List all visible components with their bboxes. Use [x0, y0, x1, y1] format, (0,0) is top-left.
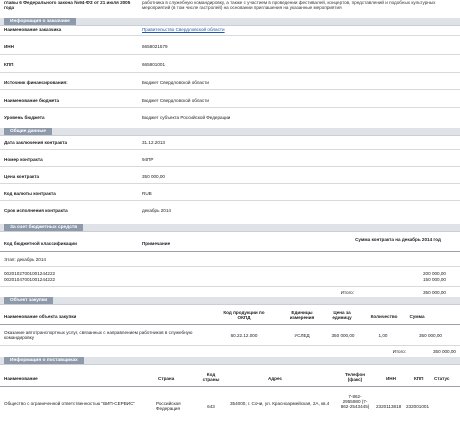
value-contract-date: 31.12.2013: [142, 140, 165, 145]
supplier-inn-cell: 2320113818: [376, 404, 402, 409]
col-header-note: Примечание: [142, 241, 171, 246]
col-header-country-code: Код страны: [202, 372, 220, 383]
section-header-general: Общие данные: [0, 128, 460, 136]
budget-total-value: 350 000,00: [423, 290, 446, 295]
col-header-okpd: Код продукции по ОКПД: [223, 310, 265, 321]
row-divider: [0, 200, 460, 201]
col-header-price: Цена за единицу: [332, 310, 352, 321]
row-divider: [0, 89, 460, 90]
purchase-unit-cell: УСЛЕД: [294, 333, 310, 338]
label-contract-number: Номер контракта: [4, 157, 43, 162]
value-kpp: 665801001: [142, 62, 165, 67]
label-budget-level: Уровень бюджета: [4, 115, 45, 120]
label-kpp: КПП: [4, 62, 14, 67]
supplier-country-cell: Российская Федерация: [156, 401, 181, 412]
section-title: Общие данные: [4, 128, 52, 135]
supplier-phone-cell: 7-862-2955980 (7-862-2543445): [340, 394, 370, 410]
budget-code-cell: 00201047001001244222: [4, 277, 56, 282]
section-title: Информация о заказчике: [4, 18, 76, 25]
col-header-qty: Количество: [370, 314, 398, 319]
budget-stage-label: Этап: декабрь 2014: [4, 257, 46, 262]
table-header-divider: [0, 251, 460, 252]
value-contract-price: 350 000,00: [142, 174, 165, 179]
section-title: Информация о поставщиках: [4, 357, 84, 364]
value-budget-level: Бюджет субъекта Российской Федерации: [142, 115, 231, 120]
label-execution-term: Срок исполнения контракта: [4, 208, 68, 213]
law-reference-text: главы 6 Федерального закона №94-ФЗ от 21…: [4, 0, 131, 11]
purchase-name-cell: Оказание автотранспортных услуг, связанн…: [4, 330, 193, 341]
label-contract-date: Дата заключения контракта: [4, 140, 68, 145]
table-header-divider: [0, 324, 460, 325]
col-header-unit: Единицы измерения: [289, 310, 315, 321]
section-title: За счет бюджетных средств: [4, 224, 84, 231]
row-divider: [0, 54, 460, 55]
budget-sum-cell: 150 000,00: [423, 277, 446, 282]
col-header-contract-sum: Сумма контракта на декабрь 2014 год: [355, 237, 441, 242]
budget-code-cell: 00201027001001244222: [4, 271, 56, 276]
supplier-kpp-cell: 232001001: [406, 404, 429, 409]
budget-sum-cell: 200 000,00: [423, 271, 446, 276]
row-divider: [0, 107, 460, 108]
row-divider: [0, 286, 460, 287]
section-header-purchase: Объект закупки: [0, 297, 460, 305]
value-currency-code: RUB: [142, 191, 152, 196]
value-execution-term: декабрь 2014: [142, 208, 171, 213]
col-header-status: Статус: [434, 376, 450, 381]
section-header-customer: Информация о заказчике: [0, 18, 460, 26]
row-divider: [0, 35, 460, 36]
col-header-inn: ИНН: [386, 376, 396, 381]
purchase-total-value: 350 000,00: [433, 349, 456, 354]
label-customer-name: Наименование заказчика: [4, 27, 62, 32]
section-header-suppliers: Информация о поставщиках: [0, 357, 460, 365]
label-inn: ИНН: [4, 44, 14, 49]
purchase-total-label: Итого:: [392, 349, 406, 354]
section-header-budget: За счет бюджетных средств: [0, 224, 460, 232]
row-divider: [0, 266, 460, 267]
col-header-supplier-name: Наименование: [4, 376, 38, 381]
value-budget-name: Бюджет Свердловской области: [142, 98, 209, 103]
row-divider: [0, 183, 460, 184]
table-header-divider: [0, 386, 460, 387]
customer-name-link[interactable]: Правительство Свердловской области: [142, 27, 225, 32]
value-inn: 6658021579: [142, 44, 168, 49]
col-header-kpp: КПП: [414, 376, 424, 381]
purchase-price-cell: 350 000,00: [331, 333, 355, 338]
value-financing-source: Бюджет Свердловской области: [142, 80, 209, 85]
row-divider: [0, 345, 460, 346]
purchase-sum-cell: 350 000,00: [419, 333, 442, 338]
supplier-name-cell: Общество с ограниченной ответственностью…: [4, 401, 136, 406]
row-divider: [0, 166, 460, 167]
col-header-purchase-name: Наименование объекта закупки: [4, 314, 77, 319]
supplier-address-cell: 354000, г. Сочи, ул. Красноармейская, 2А…: [230, 401, 330, 406]
col-header-country: Страна: [158, 376, 175, 381]
purchase-qty-cell: 1,00: [378, 333, 388, 338]
supplier-country-code-cell: 643: [207, 404, 215, 409]
value-contract-number: 94ПР: [142, 157, 154, 162]
budget-total-label: Итого:: [340, 290, 354, 295]
section-title: Объект закупки: [4, 297, 54, 304]
purchase-justification-text: работника в служебную командировку, а та…: [142, 0, 436, 11]
col-header-budget-code: Код бюджетной классификации: [4, 241, 77, 246]
label-financing-source: Источник финансирования:: [4, 80, 68, 85]
label-budget-name: Наименование бюджета: [4, 98, 60, 103]
row-divider: [0, 149, 460, 150]
col-header-sum: Сумма: [409, 314, 425, 319]
col-header-phone: Телефон (факс): [344, 372, 366, 383]
col-header-address: Адрес: [267, 376, 283, 381]
row-divider: [0, 72, 460, 73]
purchase-okpd-cell: 60.22.12.000: [230, 333, 258, 338]
label-currency-code: Код валюты контракта: [4, 191, 56, 196]
label-contract-price: Цена контракта: [4, 174, 40, 179]
